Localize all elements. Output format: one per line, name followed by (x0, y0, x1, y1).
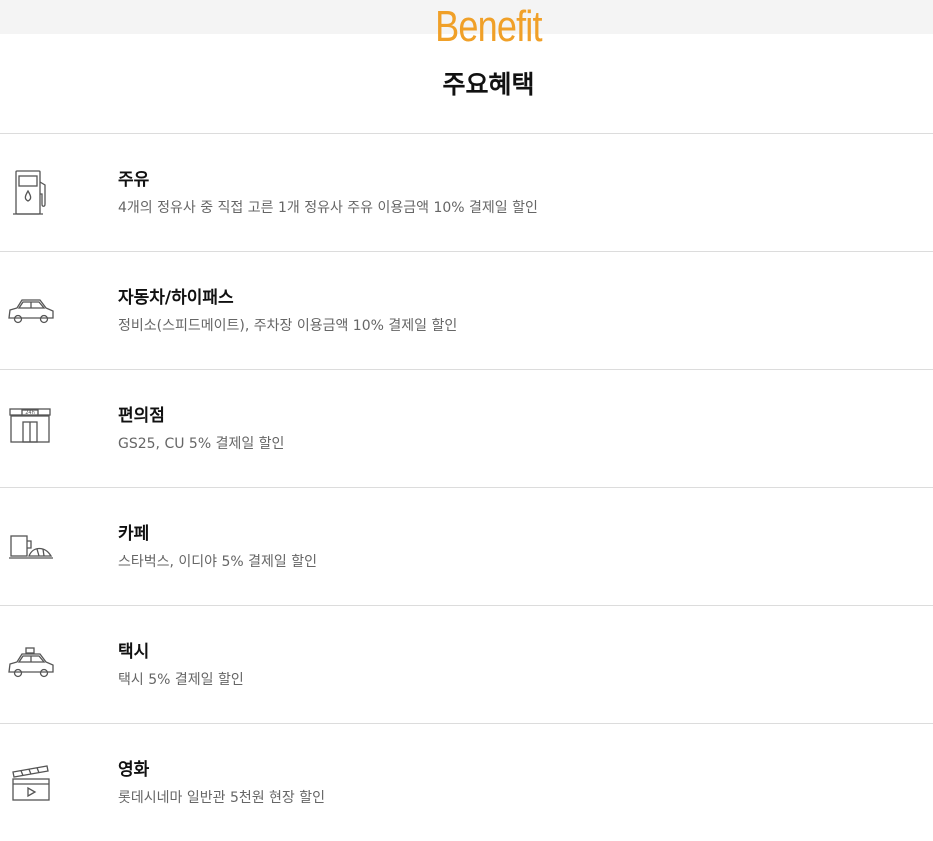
benefit-item-car: 자동차/하이패스 정비소(스피드메이트), 주차장 이용금액 10% 결제일 할… (0, 251, 933, 369)
taxi-icon (7, 640, 55, 690)
benefit-title: 편의점 (118, 406, 165, 426)
benefit-item-fuel: 주유 4개의 정유사 중 직접 고른 1개 정유사 주유 이용금액 10% 결제… (0, 133, 933, 251)
cafe-icon (7, 522, 55, 572)
store-24h-text: 24h (25, 410, 35, 416)
benefit-item-convenience-store: 24h 편의점 GS25, CU 5% 결제일 할인 (0, 369, 933, 487)
benefit-list: 주유 4개의 정유사 중 직접 고른 1개 정유사 주유 이용금액 10% 결제… (0, 133, 933, 841)
benefit-description: 정비소(스피드메이트), 주차장 이용금액 10% 결제일 할인 (118, 318, 458, 334)
convenience-store-icon: 24h (7, 404, 55, 454)
benefit-title: 주유 (118, 170, 150, 190)
benefit-title: 택시 (118, 642, 150, 662)
benefit-title: 영화 (118, 760, 150, 780)
benefit-item-taxi: 택시 택시 5% 결제일 할인 (0, 605, 933, 723)
benefit-description: 롯데시네마 일반관 5천원 현장 할인 (118, 790, 326, 806)
car-icon (7, 286, 55, 336)
fuel-pump-icon (7, 168, 55, 218)
benefit-title: 카페 (118, 524, 150, 544)
benefit-title: 자동차/하이패스 (118, 288, 234, 308)
benefit-description: 택시 5% 결제일 할인 (118, 672, 244, 688)
benefit-item-cafe: 카페 스타벅스, 이디야 5% 결제일 할인 (0, 487, 933, 605)
page-title: 주요혜택 (442, 70, 535, 99)
benefit-eyebrow: Benefit (435, 2, 542, 51)
benefit-item-movie: 영화 롯데시네마 일반관 5천원 현장 할인 (0, 723, 933, 841)
benefit-description: 4개의 정유사 중 직접 고른 1개 정유사 주유 이용금액 10% 결제일 할… (118, 200, 538, 216)
benefit-description: 스타벅스, 이디야 5% 결제일 할인 (118, 554, 318, 570)
benefit-description: GS25, CU 5% 결제일 할인 (118, 436, 285, 452)
movie-clapper-icon (7, 758, 55, 808)
